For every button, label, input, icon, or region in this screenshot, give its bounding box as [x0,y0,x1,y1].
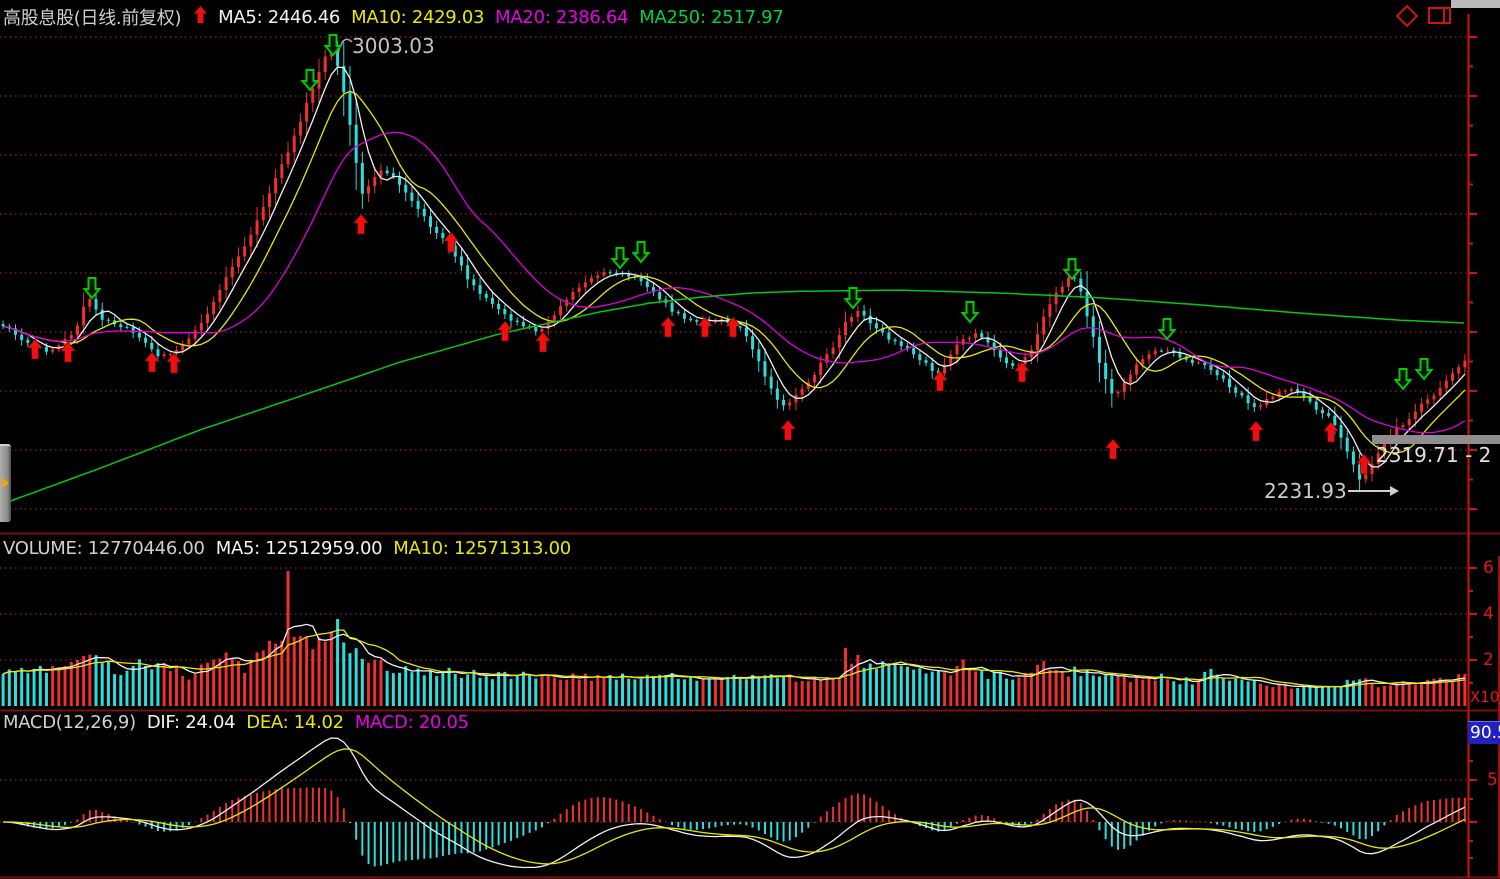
ma250-legend: MA250: 2517.97 [639,7,783,28]
buy-signal-arrow [354,214,369,234]
range-tip-label: 2319.71 - 2 [1376,443,1491,467]
volume-ma5: MA5: 12512959.00 [216,538,383,559]
volume-pane-header: VOLUME: 12770446.00 MA5: 12512959.00 MA1… [3,538,582,559]
low-price-label: 2231.93 [1264,479,1399,503]
buy-signal-arrow [61,342,76,362]
sell-signal-arrow [963,302,978,322]
macd-axis-badge: 90.5 [1468,721,1500,744]
macd-lines [3,738,1465,868]
sell-signal-arrow [1396,369,1411,389]
volume-value: VOLUME: 12770446.00 [3,538,205,559]
volume-axis-tick-4: 4 [1483,604,1494,624]
sell-signal-arrow [1417,359,1432,379]
macd-pane-header: MACD(12,26,9) DIF: 24.04 DEA: 14.02 MACD… [3,712,480,733]
buy-signal-arrow [661,317,676,337]
sell-signal-arrow [1065,259,1080,279]
sell-signal-arrow [613,248,628,268]
macd-dea: DEA: 14.02 [246,712,344,733]
ma20-legend: MA20: 2386.64 [495,7,628,28]
expand-triangle-icon [2,477,9,489]
stock-chart-window: 高股息股(日线.前复权) MA5: 2446.46 MA10: 2429.03 … [0,0,1500,879]
sell-signal-arrow [634,242,649,262]
price-pane-header: 高股息股(日线.前复权) MA5: 2446.46 MA10: 2429.03 … [3,4,794,30]
macd-name: MACD(12,26,9) [3,712,136,733]
ma10-legend: MA10: 2429.03 [351,7,484,28]
volume-ma-lines [3,624,1465,687]
low-price-text: 2231.93 [1264,479,1347,503]
low-price-arrow-icon [1347,485,1399,497]
up-arrow-icon [194,6,207,28]
buy-signal-arrow [1015,362,1030,382]
window-corner-strip [1451,0,1500,8]
macd-dif: DIF: 24.04 [147,712,235,733]
candlesticks [2,41,1467,492]
sell-signal-arrow [85,278,100,298]
volume-axis-tick-6: 6 [1483,558,1494,578]
sell-signal-arrow [303,70,318,90]
buy-signal-arrow [1106,439,1121,459]
peak-price-label: 3003.03 [352,34,435,58]
axis-and-dividers [0,14,1500,878]
ma5-legend: MA5: 2446.46 [218,7,340,28]
volume-ma10: MA10: 12571313.00 [393,538,571,559]
macd-histogram [3,788,1465,867]
chart-title: 高股息股(日线.前复权) [3,4,181,30]
buy-signal-arrow [781,420,796,440]
volume-bars [2,571,1467,706]
volume-axis-tick-2: 2 [1483,650,1494,670]
sidebar-collapse-handle[interactable] [0,444,11,522]
chart-canvas [0,0,1500,879]
buy-signal-arrow [1249,421,1264,441]
buy-signal-arrow [167,353,182,373]
sell-signal-arrow [1160,319,1175,339]
buy-signal-arrow [933,371,948,391]
macd-axis-tick-50: 5 [1487,770,1498,790]
restore-window-icon[interactable] [1428,7,1451,24]
macd-value: MACD: 20.05 [355,712,469,733]
volume-axis-unit: X10 [1470,688,1499,706]
